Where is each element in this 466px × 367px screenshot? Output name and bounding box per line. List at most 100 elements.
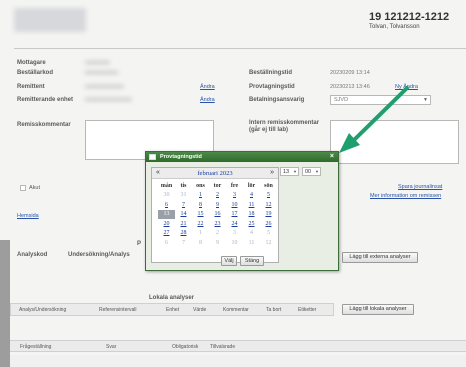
local-col-varde: Värde — [193, 307, 207, 313]
add-local-analyses-button[interactable]: Lägg till lokala analyser — [342, 304, 414, 315]
calendar-day[interactable]: 7 — [175, 200, 192, 210]
value-bestallarkod: xxxxxxxxxxxx — [85, 70, 118, 76]
question-col-tillval: Tillvalsrade — [210, 344, 236, 350]
dialog-titlebar: Provtagningstid × — [146, 152, 338, 162]
akut-label: Akut — [29, 185, 41, 191]
calendar-day[interactable]: 3 — [226, 229, 243, 239]
patient-name: Tolvan, Tolvansson — [369, 24, 420, 30]
local-col-kommentar: Kommentar — [223, 307, 249, 313]
calendar-day[interactable]: 19 — [260, 210, 277, 220]
date-picker-dialog: Provtagningstid × « februari 2023 » mån … — [145, 151, 339, 271]
calendar-day[interactable]: 30 — [158, 191, 175, 201]
header-logo — [14, 8, 86, 32]
calendar-day[interactable]: 7 — [175, 238, 192, 248]
header-divider — [14, 48, 466, 49]
calendar-day[interactable]: 5 — [260, 229, 277, 239]
calendar-day[interactable]: 2 — [209, 191, 226, 201]
calendar-day[interactable]: 8 — [192, 200, 209, 210]
weekday-label: sön — [264, 182, 273, 189]
calendar-day[interactable]: 9 — [209, 238, 226, 248]
select-date-button[interactable]: Välj — [221, 256, 237, 266]
next-month-button[interactable]: » — [270, 169, 274, 176]
chevron-down-icon: ▼ — [293, 169, 297, 174]
calendar-day[interactable]: 28 — [175, 229, 192, 239]
sample-time-change-link[interactable]: Ny Ändra — [395, 84, 418, 90]
analyses-stub-letter: P — [137, 241, 142, 247]
calendar-day[interactable]: 21 — [175, 219, 192, 229]
value-order-time: 20230209 13:14 — [330, 70, 370, 76]
calendar-day[interactable]: 1 — [192, 229, 209, 239]
calendar-day[interactable]: 22 — [192, 219, 209, 229]
intern-kommentar-textarea[interactable] — [330, 120, 459, 164]
calendar-day[interactable]: 4 — [243, 229, 260, 239]
calendar-day[interactable]: 11 — [243, 238, 260, 248]
calendar-day[interactable]: 10 — [226, 238, 243, 248]
calendar-day[interactable]: 25 — [243, 219, 260, 229]
add-external-analyses-button[interactable]: Lägg till externa analyser — [342, 252, 418, 263]
calendar-week: 6 7 8 9 10 11 12 — [158, 238, 277, 248]
enhet-change-link[interactable]: Ändra — [200, 97, 215, 103]
calendar-day[interactable]: 1 — [192, 191, 209, 201]
label-payer: Betalningsansvarig — [249, 97, 305, 103]
question-table-row — [10, 355, 466, 367]
calendar-day[interactable]: 17 — [226, 210, 243, 220]
label-intern-kommentar: Intern remisskommentar (går ej till lab) — [249, 120, 320, 133]
calendar-week: 20 21 22 23 24 25 26 — [158, 219, 277, 229]
calendar-day[interactable]: 14 — [175, 210, 192, 220]
calendar-day[interactable]: 5 — [260, 191, 277, 201]
value-sample-time: 20230213 13:46 — [330, 84, 370, 90]
close-dialog-button[interactable]: Stäng — [240, 256, 264, 266]
calendar-day[interactable]: 4 — [243, 191, 260, 201]
weekday-label: tor — [213, 182, 222, 189]
remittent-change-link[interactable]: Ändra — [200, 84, 215, 90]
value-mottagare: xxxxxxxxx — [85, 60, 110, 66]
calendar-day[interactable]: 12 — [260, 238, 277, 248]
calendar-day[interactable]: 8 — [192, 238, 209, 248]
value-remittent: xxxxxxxxxxxxxx — [85, 84, 124, 90]
calendar-day[interactable]: 6 — [158, 200, 175, 210]
calendar-day[interactable]: 27 — [158, 229, 175, 239]
label-order-time: Beställningstid — [249, 70, 293, 76]
close-icon[interactable]: × — [330, 152, 334, 162]
calendar-day[interactable]: 18 — [243, 210, 260, 220]
calendar-day[interactable]: 15 — [192, 210, 209, 220]
journal-link[interactable]: Spara journalinsat — [398, 184, 442, 190]
patient-id: 19 121212-1212 — [369, 11, 450, 23]
month-label: februari 2023 — [197, 170, 233, 177]
hemsida-link[interactable]: Hemsida — [17, 213, 39, 219]
calendar-grid: mån tis ons tor fre lör sön 30 31 1 2 3 … — [158, 181, 277, 248]
calendar-day[interactable]: 16 — [209, 210, 226, 220]
label-sample-time: Provtagningstid — [249, 84, 295, 90]
calendar-day[interactable]: 2 — [209, 229, 226, 239]
akut-checkbox[interactable] — [20, 185, 26, 191]
local-col-analys: Analys/Undersökning — [19, 307, 67, 313]
minute-select[interactable]: 00 ▼ — [302, 167, 321, 176]
dialog-title: Provtagningstid — [160, 154, 202, 160]
calendar-day-selected[interactable]: 13 — [158, 209, 175, 219]
hour-select[interactable]: 13 ▼ — [280, 167, 299, 176]
calendar-day[interactable]: 26 — [260, 219, 277, 229]
local-col-enhet: Enhet — [166, 307, 180, 313]
calendar-day[interactable]: 24 — [226, 219, 243, 229]
weekday-row: mån tis ons tor fre lör sön — [158, 181, 277, 191]
calendar-day[interactable]: 6 — [158, 238, 175, 248]
label-bestallarkod: Beställarkod — [17, 70, 54, 76]
calendar-day[interactable]: 31 — [175, 191, 192, 201]
calendar-week: 30 31 1 2 3 4 5 — [158, 191, 277, 201]
calendar-day[interactable]: 11 — [243, 200, 260, 210]
question-col-fragestallning: Frågeställning — [20, 344, 52, 350]
local-col-referens: Referensintervall — [99, 307, 137, 313]
hour-select-value: 13 — [283, 169, 290, 175]
calendar-day[interactable]: 9 — [209, 200, 226, 210]
payer-select-value: SJVD — [334, 97, 349, 103]
calendar-day[interactable]: 23 — [209, 219, 226, 229]
calendar-day[interactable]: 20 — [158, 219, 175, 229]
calendar-day[interactable]: 3 — [226, 191, 243, 201]
local-analyses-header-row: Analys/Undersökning Referensintervall En… — [10, 303, 334, 316]
calendar-day[interactable]: 10 — [226, 200, 243, 210]
minute-select-value: 00 — [305, 169, 312, 175]
more-info-link[interactable]: Mer information om remissen — [370, 193, 441, 199]
local-col-tabort: Ta bort — [266, 307, 282, 313]
payer-select[interactable]: SJVD ▼ — [330, 95, 431, 105]
calendar-day[interactable]: 12 — [260, 200, 277, 210]
